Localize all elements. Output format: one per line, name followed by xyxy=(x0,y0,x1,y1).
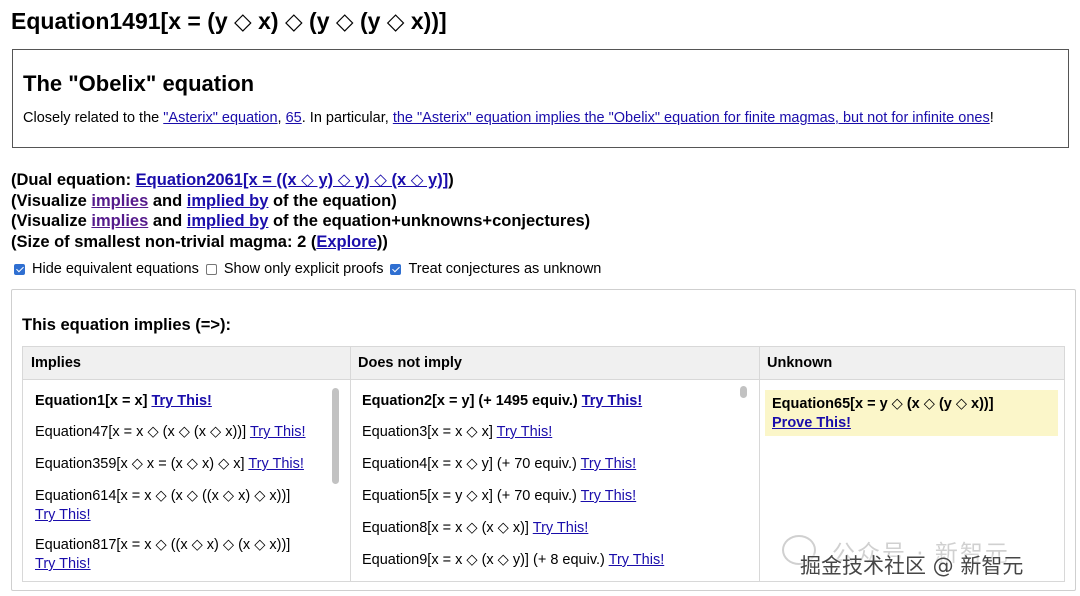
implies-column-header: Implies xyxy=(23,347,350,380)
obelix-heading: The "Obelix" equation xyxy=(23,71,255,96)
list-item: Equation8[x = x ◇ (x ◇ x)] Try This! xyxy=(362,519,588,538)
try-this-link[interactable]: Try This! xyxy=(35,507,91,523)
list-item: Equation9[x = x ◇ (x ◇ y)] (+ 8 equiv.) … xyxy=(362,551,664,570)
obelix-text-end: ! xyxy=(989,110,994,126)
viz1-prefix: (Visualize xyxy=(11,191,92,210)
list-item: Equation3[x = x ◇ x] Try This! xyxy=(362,423,552,442)
equation-text: Equation359[x ◇ x = (x ◇ x) ◇ x] xyxy=(35,456,245,472)
unknown-equation-text: Equation65[x = y ◇ (x ◇ (y ◇ x))] xyxy=(772,396,994,412)
viz2-prefix: (Visualize xyxy=(11,212,92,230)
dual-equation-link[interactable]: Equation2061[x = ((x ◇ y) ◇ y) ◇ (x ◇ y)… xyxy=(136,171,449,189)
unknown-equation-card: Equation65[x = y ◇ (x ◇ (y ◇ x))] Prove … xyxy=(765,390,1058,436)
unknown-list: Equation65[x = y ◇ (x ◇ (y ◇ x))] Prove … xyxy=(760,380,1064,581)
viz2-and: and xyxy=(148,212,187,230)
equation-text: Equation8[x = x ◇ (x ◇ x)] xyxy=(362,520,529,536)
try-this-link[interactable]: Try This! xyxy=(151,393,211,409)
equation-text: Equation9[x = x ◇ (x ◇ y)] (+ 8 equiv.) xyxy=(362,552,605,568)
smallest-magma-line: (Size of smallest non-trivial magma: 2 (… xyxy=(11,232,590,253)
hide-equivalent-checkbox[interactable] xyxy=(14,263,25,275)
visualize-full-implies-link[interactable]: implies xyxy=(91,212,148,230)
viz2-suffix: of the equation+unknowns+conjectures) xyxy=(268,212,591,230)
equation-text: Equation3[x = x ◇ x] xyxy=(362,424,493,440)
try-this-link[interactable]: Try This! xyxy=(581,456,637,472)
obelix-sep: , xyxy=(277,110,286,126)
obelix-text-prefix: Closely related to the xyxy=(23,110,164,126)
try-this-link[interactable]: Try This! xyxy=(497,424,553,440)
asterix-implies-obelix-link[interactable]: the "Asterix" equation implies the "Obel… xyxy=(393,110,990,126)
equation-text: Equation1[x = x] xyxy=(35,393,148,409)
not-imply-column-header: Does not imply xyxy=(350,347,759,380)
try-this-link[interactable]: Try This! xyxy=(250,424,306,440)
options-bar: Hide equivalent equations Show only expl… xyxy=(14,261,608,277)
list-item: Equation4[x = x ◇ y] (+ 70 equiv.) Try T… xyxy=(362,455,636,474)
visualize-full-line: (Visualize implies and implied by of the… xyxy=(11,211,590,232)
implications-panel: This equation implies (=>): Implies Does… xyxy=(11,289,1076,591)
dual-suffix: ) xyxy=(448,171,454,189)
prove-this-link[interactable]: Prove This! xyxy=(772,415,851,431)
size-suffix: )) xyxy=(376,232,388,251)
try-this-link[interactable]: Try This! xyxy=(533,520,589,536)
conjectures-unknown-checkbox[interactable] xyxy=(390,263,402,275)
list-item: Equation2[x = y] (+ 1495 equiv.) Try Thi… xyxy=(362,392,642,411)
asterix-equation-link[interactable]: "Asterix" equation xyxy=(163,110,277,126)
list-item: Equation47[x = x ◇ (x ◇ (x ◇ x))] Try Th… xyxy=(35,423,306,442)
try-this-link[interactable]: Try This! xyxy=(581,488,637,504)
page-title: Equation1491[x = (y ◇ x) ◇ (y ◇ (y ◇ x))… xyxy=(11,8,447,34)
obelix-description: Closely related to the "Asterix" equatio… xyxy=(23,110,1058,126)
list-item: Equation817[x = x ◇ ((x ◇ x) ◇ (x ◇ x))]… xyxy=(35,536,290,574)
not-imply-scrollbar[interactable] xyxy=(740,386,747,398)
explicit-proofs-label[interactable]: Show only explicit proofs xyxy=(224,261,384,277)
list-item: Equation5[x = y ◇ x] (+ 70 equiv.) Try T… xyxy=(362,487,636,506)
try-this-link[interactable]: Try This! xyxy=(609,552,665,568)
dual-prefix: (Dual equation: xyxy=(11,171,136,189)
viz1-and: and xyxy=(148,191,187,210)
implies-list[interactable]: Equation1[x = x] Try This! Equation47[x … xyxy=(23,380,350,581)
viz1-suffix: of the equation) xyxy=(268,191,397,210)
equation-text: Equation4[x = x ◇ y] (+ 70 equiv.) xyxy=(362,456,577,472)
implies-scrollbar[interactable] xyxy=(332,388,339,484)
visualize-equation-line: (Visualize implies and implied by of the… xyxy=(11,191,590,212)
equation-text: Equation2[x = y] (+ 1495 equiv.) xyxy=(362,393,578,409)
equation-text: Equation5[x = y ◇ x] (+ 70 equiv.) xyxy=(362,488,577,504)
implications-heading: This equation implies (=>): xyxy=(22,316,232,334)
equation-65-link[interactable]: 65 xyxy=(286,110,302,126)
hide-equivalent-label[interactable]: Hide equivalent equations xyxy=(32,261,199,277)
dual-equation-line: (Dual equation: Equation2061[x = ((x ◇ y… xyxy=(11,170,590,191)
obelix-text-mid: . In particular, xyxy=(301,110,393,126)
explore-link[interactable]: Explore xyxy=(316,233,377,251)
size-prefix: (Size of smallest non-trivial magma: 2 ( xyxy=(11,232,317,251)
try-this-link[interactable]: Try This! xyxy=(35,556,91,572)
try-this-link[interactable]: Try This! xyxy=(248,456,304,472)
try-this-link[interactable]: Try This! xyxy=(582,393,642,409)
obelix-info-box: The "Obelix" equation Closely related to… xyxy=(12,49,1069,148)
equation-text: Equation614[x = x ◇ (x ◇ ((x ◇ x) ◇ x))] xyxy=(35,488,291,504)
visualize-implied-by-link[interactable]: implied by xyxy=(187,192,269,210)
implications-table: Implies Does not imply Unknown Equation1… xyxy=(22,346,1065,582)
list-item: Equation614[x = x ◇ (x ◇ ((x ◇ x) ◇ x))]… xyxy=(35,487,290,525)
list-item: Equation1[x = x] Try This! xyxy=(35,392,212,411)
explicit-proofs-checkbox[interactable] xyxy=(205,263,217,275)
visualize-implies-link[interactable]: implies xyxy=(91,192,148,210)
conjectures-unknown-label[interactable]: Treat conjectures as unknown xyxy=(408,261,601,277)
visualize-full-implied-by-link[interactable]: implied by xyxy=(187,212,269,230)
equation-text: Equation817[x = x ◇ ((x ◇ x) ◇ (x ◇ x))] xyxy=(35,537,291,553)
not-imply-list[interactable]: Equation2[x = y] (+ 1495 equiv.) Try Thi… xyxy=(351,380,759,581)
equation-info: (Dual equation: Equation2061[x = ((x ◇ y… xyxy=(11,170,590,252)
list-item: Equation359[x ◇ x = (x ◇ x) ◇ x] Try Thi… xyxy=(35,455,304,474)
unknown-column-header: Unknown xyxy=(759,347,1064,380)
equation-text: Equation47[x = x ◇ (x ◇ (x ◇ x))] xyxy=(35,424,247,440)
